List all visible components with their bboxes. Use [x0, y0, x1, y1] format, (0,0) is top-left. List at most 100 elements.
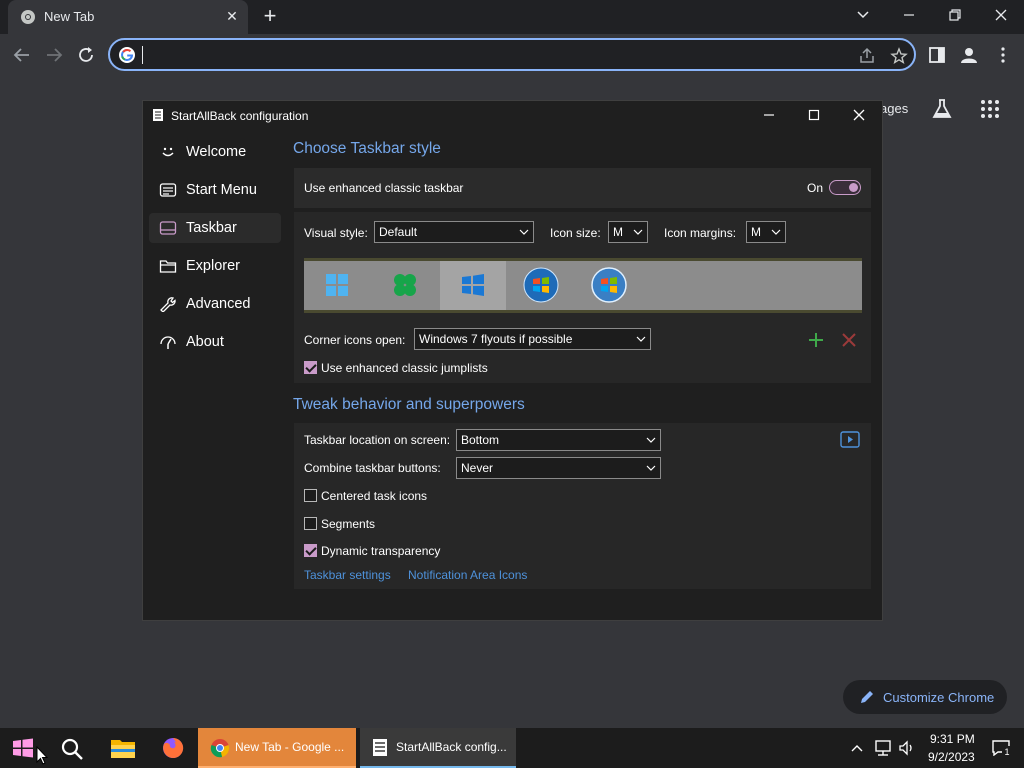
- customize-chrome-button[interactable]: Customize Chrome: [843, 680, 1007, 714]
- windows-logo-icon: [13, 738, 33, 758]
- startallback-dialog: StartAllBack configuration Welcome Start…: [142, 100, 883, 621]
- chrome-toolbar: [0, 34, 1024, 76]
- combine-label: Combine taskbar buttons:: [304, 461, 441, 475]
- bookmark-star-icon[interactable]: [890, 47, 908, 65]
- tab-new-tab[interactable]: New Tab ✕: [8, 0, 248, 34]
- back-arrow-icon[interactable]: [11, 44, 33, 66]
- smiley-icon: [162, 147, 174, 157]
- notification-area-icons-link[interactable]: Notification Area Icons: [408, 568, 527, 582]
- location-dropdown[interactable]: Bottom: [456, 429, 661, 451]
- search-button[interactable]: [50, 728, 94, 768]
- volume-icon[interactable]: [898, 739, 916, 757]
- play-preview-icon[interactable]: [840, 431, 860, 448]
- share-icon[interactable]: [858, 47, 876, 65]
- info-icon: [160, 336, 176, 349]
- clock-date[interactable]: 9/2/2023: [928, 750, 975, 764]
- icon-size-dropdown[interactable]: M: [608, 221, 648, 243]
- firefox-icon: [163, 737, 184, 758]
- reload-icon[interactable]: [75, 44, 97, 66]
- windows-10-logo-icon: [462, 274, 484, 296]
- segments-checkbox[interactable]: [304, 517, 317, 530]
- combine-dropdown[interactable]: Never: [456, 457, 661, 479]
- chevron-down-icon: [646, 465, 656, 471]
- chevron-up-icon[interactable]: [850, 742, 864, 754]
- corner-icons-value: Windows 7 flyouts if possible: [419, 332, 573, 346]
- tab-close-icon[interactable]: ✕: [224, 8, 240, 24]
- side-panel-icon[interactable]: [926, 44, 948, 66]
- taskbar-icon: [159, 221, 177, 235]
- images-link[interactable]: ages: [880, 101, 908, 116]
- restore-icon[interactable]: [941, 4, 969, 26]
- sidebar-item-label: Welcome: [186, 144, 247, 160]
- taskbar-chrome-window[interactable]: New Tab - Google ...: [198, 728, 356, 768]
- enhanced-taskbar-label: Use enhanced classic taskbar: [304, 181, 464, 195]
- text-caret: [142, 46, 143, 64]
- toggle-state-label: On: [807, 181, 824, 195]
- add-plus-icon[interactable]: [808, 332, 824, 348]
- notification-count-badge: 1: [1002, 746, 1012, 758]
- clock-time[interactable]: 9:31 PM: [930, 732, 975, 746]
- centered-icons-checkbox[interactable]: [304, 489, 317, 502]
- taskbar-startallback-label: StartAllBack config...: [396, 740, 507, 754]
- style-option-win10[interactable]: [440, 261, 506, 310]
- tab-search-icon[interactable]: [849, 4, 877, 26]
- sidebar-item-about[interactable]: About: [149, 327, 281, 357]
- chevron-down-icon: [633, 229, 643, 235]
- taskbar-style-previews: [304, 258, 862, 313]
- dynamic-transparency-checkbox[interactable]: [304, 544, 317, 557]
- network-icon[interactable]: [873, 739, 893, 757]
- new-tab-button[interactable]: +: [260, 5, 280, 27]
- file-explorer-button[interactable]: [100, 728, 144, 768]
- taskbar-settings-link[interactable]: Taskbar settings: [304, 568, 391, 582]
- dialog-maximize-icon[interactable]: [804, 105, 824, 125]
- icon-size-value: M: [613, 225, 623, 239]
- mouse-cursor-icon: [36, 746, 48, 765]
- visual-style-label: Visual style:: [304, 226, 368, 240]
- enhanced-taskbar-toggle[interactable]: [829, 180, 861, 195]
- chevron-down-icon: [646, 437, 656, 443]
- sidebar-item-label: Taskbar: [186, 220, 237, 236]
- icon-margins-dropdown[interactable]: M: [746, 221, 786, 243]
- pencil-icon: [861, 691, 873, 703]
- visual-style-dropdown[interactable]: Default: [374, 221, 534, 243]
- google-apps-icon[interactable]: [980, 99, 1000, 119]
- jumplists-checkbox[interactable]: [304, 361, 317, 374]
- kebab-menu-icon[interactable]: [992, 44, 1014, 66]
- toggle-knob: [849, 182, 858, 192]
- chevron-down-icon: [636, 336, 646, 342]
- combine-value: Never: [461, 461, 494, 475]
- close-window-icon[interactable]: [987, 4, 1015, 26]
- jumplists-label: Use enhanced classic jumplists: [321, 361, 488, 375]
- style-option-win7[interactable]: [508, 261, 574, 310]
- labs-flask-icon[interactable]: [930, 97, 954, 121]
- corner-icons-dropdown[interactable]: Windows 7 flyouts if possible: [414, 328, 651, 350]
- forward-arrow-icon[interactable]: [43, 44, 65, 66]
- sidebar-item-welcome[interactable]: Welcome: [149, 137, 281, 167]
- style-option-clover[interactable]: [372, 261, 438, 310]
- google-g-icon: [119, 47, 135, 63]
- taskbar-startallback-window[interactable]: StartAllBack config...: [360, 728, 516, 768]
- dialog-minimize-icon[interactable]: [759, 105, 779, 125]
- tweak-behavior-panel: Taskbar location on screen: Bottom Combi…: [294, 423, 871, 589]
- windows-vista-orb-icon: [591, 267, 627, 303]
- profile-avatar-icon[interactable]: [958, 44, 980, 66]
- windows-taskbar: New Tab - Google ... StartAllBack config…: [0, 728, 1024, 768]
- sidebar-item-taskbar[interactable]: Taskbar: [149, 213, 281, 243]
- style-option-vista[interactable]: [576, 261, 642, 310]
- visual-style-value: Default: [379, 225, 418, 239]
- start-button[interactable]: [0, 728, 48, 768]
- startallback-taskbar-icon: [373, 739, 387, 756]
- address-bar[interactable]: [108, 38, 916, 71]
- firefox-button[interactable]: [150, 728, 194, 768]
- notification-center-button[interactable]: 1: [992, 740, 1012, 758]
- minimize-icon[interactable]: [895, 4, 923, 26]
- sidebar-item-start-menu[interactable]: Start Menu: [149, 175, 281, 205]
- chevron-down-icon: [519, 229, 529, 235]
- sidebar-item-advanced[interactable]: Advanced: [149, 289, 281, 319]
- remove-x-icon[interactable]: [841, 332, 857, 348]
- dialog-close-icon[interactable]: [849, 105, 869, 125]
- style-option-win11[interactable]: [304, 261, 370, 310]
- search-icon: [61, 738, 83, 760]
- taskbar-chrome-label: New Tab - Google ...: [235, 740, 345, 754]
- sidebar-item-explorer[interactable]: Explorer: [149, 251, 281, 281]
